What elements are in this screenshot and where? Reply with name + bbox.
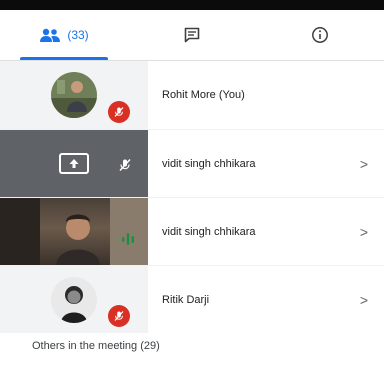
mic-off-icon: [108, 101, 130, 123]
participant-name: Ritik Darji: [162, 293, 210, 306]
speaking-indicator-icon: [120, 232, 136, 251]
avatar: [51, 72, 97, 118]
mic-off-icon: [108, 305, 130, 327]
status-bar: [0, 0, 384, 10]
tab-chat[interactable]: [128, 10, 256, 60]
chevron-right-icon[interactable]: >: [344, 156, 384, 172]
participant-name: Rohit More (You): [162, 89, 245, 101]
participant-row[interactable]: vidit singh chhikara >: [0, 197, 384, 265]
participant-row[interactable]: Rohit More (You): [0, 61, 384, 129]
participant-tile: [0, 266, 148, 333]
participant-count: (33): [67, 28, 89, 42]
participant-row[interactable]: vidit singh chhikara >: [0, 129, 384, 197]
participant-tile: [0, 198, 148, 265]
avatar: [51, 276, 97, 323]
tab-people[interactable]: (33): [0, 10, 128, 60]
mic-off-icon: [118, 158, 132, 177]
chevron-right-icon[interactable]: >: [344, 292, 384, 308]
participant-name: vidit singh chhikara: [162, 225, 256, 238]
chat-icon: [184, 27, 200, 43]
people-icon: [40, 28, 61, 42]
presenting-icon: [59, 152, 89, 174]
participant-tile: [0, 130, 148, 197]
participant-tile: [0, 61, 148, 129]
participant-name: vidit singh chhikara: [162, 157, 256, 170]
participant-list: Rohit More (You) vidit singh chhikara >: [0, 61, 384, 333]
tab-info[interactable]: [256, 10, 384, 60]
participants-tab-bar: (33): [0, 10, 384, 60]
info-icon: [312, 27, 328, 43]
chevron-right-icon[interactable]: >: [344, 224, 384, 240]
others-section-heading: Others in the meeting (29): [32, 340, 160, 352]
participant-row[interactable]: Ritik Darji >: [0, 265, 384, 333]
